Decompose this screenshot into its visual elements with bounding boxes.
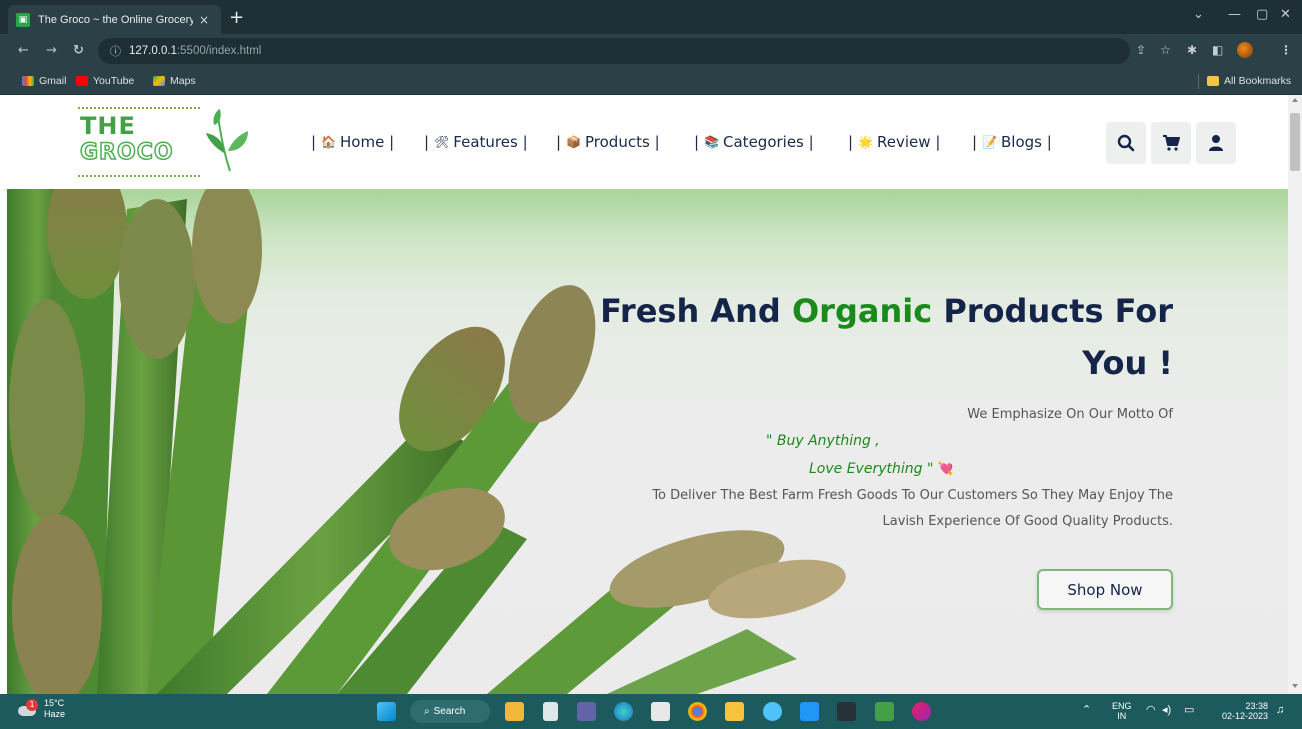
hero-description: To Deliver The Best Farm Fresh Goods To …: [652, 488, 1173, 529]
forward-arrow-icon[interactable]: →: [46, 43, 57, 58]
page-scrollbar[interactable]: [1288, 95, 1302, 694]
browser-toolbar: ← → ↻ ⓘ 127.0.0.1:5500/index.html ⇪ ☆ ✱ …: [0, 34, 1302, 68]
search-icon: [1117, 134, 1135, 152]
asparagus-background-image: [7, 189, 846, 694]
site-logo[interactable]: THE GROCO: [78, 107, 200, 177]
weather-temperature: 15°C: [44, 698, 65, 708]
weather-description: Haze: [44, 709, 66, 719]
terminal-icon[interactable]: [837, 702, 856, 721]
weather-icon: 1: [18, 698, 40, 720]
package-icon: 📦: [566, 135, 582, 149]
site-header: THE GROCO | 🏠 Home | | 🛠 Features | | 📦 Produc…: [0, 95, 1288, 189]
battery-icon[interactable]: ▭: [1184, 705, 1194, 716]
scroll-up-arrow-icon[interactable]: [1292, 98, 1298, 102]
tab-search-chevron-icon[interactable]: ⌄: [1193, 7, 1204, 22]
volume-icon[interactable]: ◂): [1162, 705, 1171, 716]
restore-icon[interactable]: ▢: [1256, 7, 1268, 22]
search-icon: ⌕: [424, 706, 430, 717]
tools-icon: 🛠: [434, 135, 450, 149]
bookmarks-separator: [1198, 74, 1199, 89]
nav-item-blogs[interactable]: | 📝 Blogs |: [972, 133, 1052, 151]
nav-item-features[interactable]: | 🛠 Features |: [424, 133, 528, 151]
windows-taskbar: 1 15°C Haze ⌕ Search ⌃ ENG IN ◠ ◂) ▭ 23:…: [0, 694, 1302, 729]
app-icon[interactable]: [912, 702, 931, 721]
hero-title: Fresh And Organic Products For You !: [600, 292, 1173, 382]
search-button[interactable]: [1106, 122, 1146, 164]
logo-dotted-line: [78, 107, 200, 109]
hero-quote-line2: Love Everything " 💘: [809, 461, 955, 477]
scroll-down-arrow-icon[interactable]: [1292, 684, 1298, 688]
all-bookmarks-folder[interactable]: All Bookmarks: [1207, 75, 1291, 87]
maps-icon: [153, 76, 165, 86]
tab-title: The Groco ~ the Online Grocery Store: [38, 13, 193, 26]
bookmark-maps[interactable]: Maps: [153, 75, 196, 87]
nav-item-review[interactable]: | 🌟 Review |: [848, 133, 940, 151]
gmail-icon: [22, 76, 34, 86]
address-bar[interactable]: ⓘ 127.0.0.1:5500/index.html: [98, 38, 1130, 64]
task-view-icon[interactable]: [543, 702, 558, 721]
bookmark-youtube[interactable]: YouTube: [76, 75, 134, 87]
file-explorer-icon[interactable]: [725, 702, 744, 721]
hero-text-block: Fresh And Organic Products For You ! We …: [553, 285, 1173, 529]
vscode-icon[interactable]: [800, 702, 819, 721]
bookmark-gmail[interactable]: Gmail: [22, 75, 66, 87]
edge-browser-icon[interactable]: [614, 702, 633, 721]
show-hidden-icons-chevron-icon[interactable]: ⌃: [1082, 705, 1091, 716]
browser-menu-icon[interactable]: ⋮: [1280, 43, 1292, 57]
scroll-thumb[interactable]: [1290, 113, 1300, 171]
logo-text-the: THE: [80, 112, 136, 140]
logo-text-groco: GROCO: [79, 139, 174, 166]
url-text: 127.0.0.1:5500/index.html: [129, 45, 262, 57]
folder-icon: [1207, 76, 1219, 86]
clock[interactable]: 23:38 02-12-2023: [1212, 701, 1268, 721]
taskbar-search[interactable]: ⌕ Search: [410, 700, 490, 723]
home-icon: 🏠: [321, 135, 337, 149]
bookmarks-bar: Gmail YouTube Maps All Bookmarks: [0, 68, 1302, 95]
heart-icon: 💘: [937, 462, 955, 477]
memo-icon: 📝: [982, 135, 998, 149]
extensions-icon[interactable]: ✱: [1187, 43, 1197, 57]
reload-icon[interactable]: ↻: [73, 43, 84, 58]
user-icon: [1209, 135, 1223, 151]
bookmark-star-icon[interactable]: ☆: [1160, 43, 1171, 57]
nav-item-home[interactable]: | 🏠 Home |: [311, 133, 394, 151]
photos-icon[interactable]: [875, 702, 894, 721]
star-icon: 🌟: [858, 135, 874, 149]
language-indicator[interactable]: ENG IN: [1112, 701, 1132, 721]
nav-item-products[interactable]: | 📦 Products |: [556, 133, 660, 151]
chrome-browser-icon[interactable]: [688, 702, 707, 721]
share-icon[interactable]: ⇪: [1136, 43, 1146, 57]
new-tab-button[interactable]: +: [229, 7, 244, 28]
logo-dotted-line: [78, 175, 200, 177]
teams-icon[interactable]: [577, 702, 596, 721]
side-panel-icon[interactable]: ◧: [1212, 43, 1223, 57]
windows-start-icon[interactable]: [377, 702, 396, 721]
leaf-icon: [206, 109, 248, 172]
hero-motto: We Emphasize On Our Motto Of: [967, 407, 1173, 422]
user-button[interactable]: [1196, 122, 1236, 164]
notification-bell-icon[interactable]: ♫: [1276, 705, 1284, 716]
hero-quote-line1: " Buy Anything ,: [766, 433, 880, 449]
close-tab-icon[interactable]: ×: [199, 13, 209, 27]
books-icon: 📚: [704, 135, 720, 149]
close-window-icon[interactable]: ✕: [1280, 7, 1291, 22]
store-icon[interactable]: [651, 702, 670, 721]
hero-banner: Fresh And Organic Products For You ! We …: [7, 189, 1288, 694]
wifi-icon[interactable]: ◠: [1146, 705, 1156, 716]
youtube-icon: [76, 76, 88, 86]
cart-button[interactable]: [1151, 122, 1191, 164]
weather-widget[interactable]: 1 15°C Haze: [18, 698, 65, 720]
profile-avatar-icon[interactable]: [1237, 42, 1253, 58]
cart-icon: [1163, 135, 1180, 151]
minimize-icon[interactable]: —: [1228, 7, 1241, 22]
browser-tab-strip: ▣ The Groco ~ the Online Grocery Store ×…: [0, 0, 1302, 34]
site-favicon-icon: ▣: [16, 12, 30, 27]
help-icon[interactable]: [763, 702, 782, 721]
widgets-icon[interactable]: [505, 702, 524, 721]
back-arrow-icon[interactable]: ←: [18, 43, 29, 58]
site-info-icon[interactable]: ⓘ: [110, 43, 121, 59]
browser-tab[interactable]: ▣ The Groco ~ the Online Grocery Store ×: [8, 5, 221, 34]
nav-item-categories[interactable]: | 📚 Categories |: [694, 133, 814, 151]
shop-now-button[interactable]: Shop Now: [1037, 569, 1173, 610]
